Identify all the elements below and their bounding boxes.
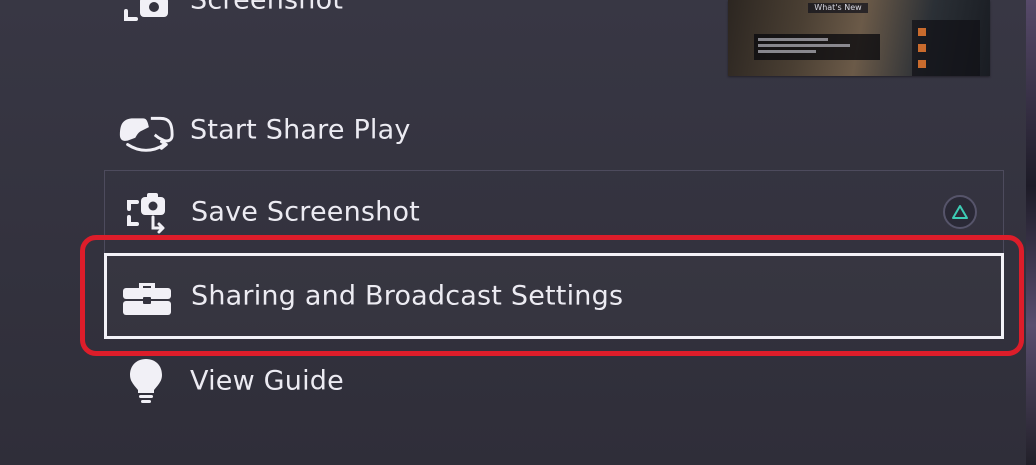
menu-item-label: Screenshot: [190, 0, 344, 16]
menu-item-start-share-play[interactable]: Start Share Play: [104, 88, 1004, 172]
menu-item-label: View Guide: [190, 365, 344, 397]
triangle-button-icon: [943, 195, 977, 229]
toolbox-icon: [117, 273, 177, 319]
menu-item-label: Start Share Play: [190, 114, 411, 146]
share-menu: Screenshot Start Share Play Save Screens…: [0, 0, 1036, 465]
screenshot-icon: [116, 0, 176, 23]
menu-item-screenshot[interactable]: Screenshot: [104, 0, 1004, 42]
menu-item-save-screenshot[interactable]: Save Screenshot: [104, 170, 1004, 253]
menu-item-label: Save Screenshot: [191, 196, 420, 228]
menu-item-sharing-broadcast-settings[interactable]: Sharing and Broadcast Settings: [104, 253, 1004, 339]
share-play-icon: [116, 107, 176, 153]
save-screenshot-icon: [117, 189, 177, 235]
menu-item-view-guide[interactable]: View Guide: [104, 339, 1004, 423]
lightbulb-icon: [116, 358, 176, 404]
menu-item-label: Sharing and Broadcast Settings: [191, 280, 624, 312]
